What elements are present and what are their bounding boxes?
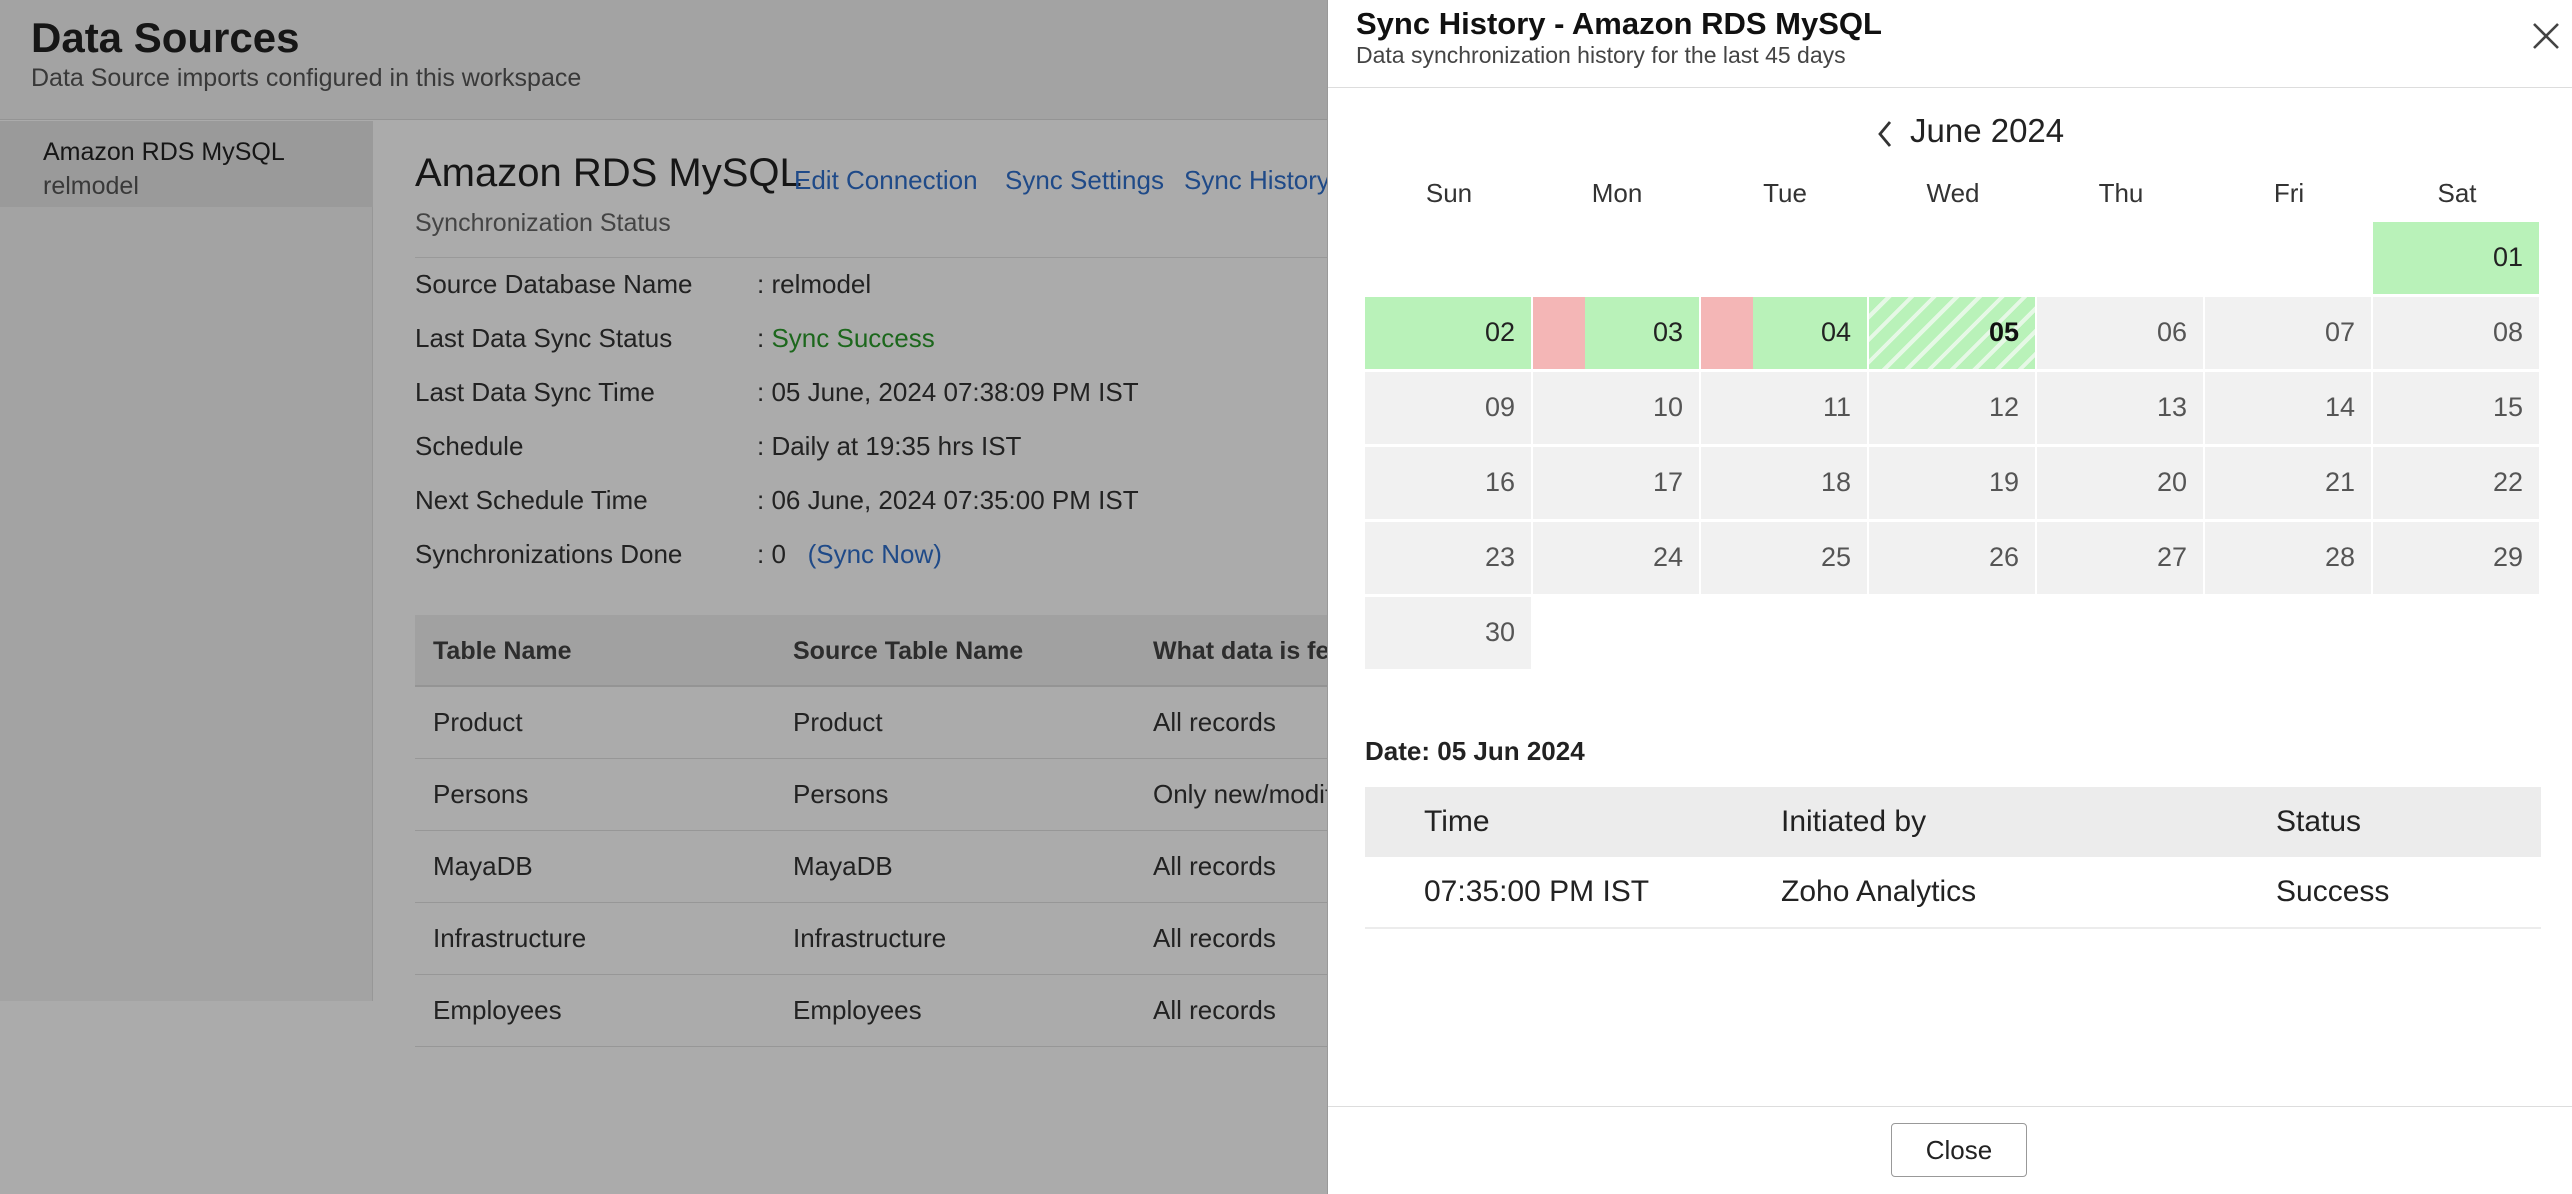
weekday-label: Wed [1926,178,1980,208]
calendar-day-22[interactable]: 22 [2373,447,2539,519]
calendar-day-27[interactable]: 27 [2037,522,2203,594]
calendar-day-07[interactable]: 07 [2205,297,2371,369]
failed-sync-marker [1701,297,1753,369]
calendar-day-16[interactable]: 16 [1365,447,1531,519]
calendar-day-15[interactable]: 15 [2373,372,2539,444]
column-header: Status [2276,805,2362,838]
column-header: Time [1424,805,1490,838]
calendar-day-number: 18 [1820,467,1851,497]
calendar-day-number: 14 [2324,392,2355,422]
panel-subtitle: Data synchronization history for the las… [1356,42,1846,68]
weekday-label: Fri [2273,178,2305,208]
calendar-day-number: 01 [2492,242,2523,272]
calendar-day-28[interactable]: 28 [2205,522,2371,594]
close-button[interactable]: Close [1891,1123,2027,1177]
calendar-day-11[interactable]: 11 [1701,372,1867,444]
sync-status: Success [2276,875,2390,908]
calendar-day-19[interactable]: 19 [1869,447,2035,519]
calendar-day-01[interactable]: 01 [2373,222,2539,294]
month-label: June 2024 [1910,112,2065,149]
sync-history-panel: Sync History - Amazon RDS MySQL Data syn… [1327,0,2572,1194]
calendar-day-number: 02 [1484,317,1515,347]
calendar-day-number: 09 [1484,392,1515,422]
calendar-day-number: 05 [1988,317,2019,347]
weekday-label: Sun [1425,178,1473,208]
calendar-day-24[interactable]: 24 [1533,522,1699,594]
calendar-day-number: 25 [1820,542,1851,572]
initiated-by: Zoho Analytics [1781,875,1977,908]
calendar-day-number: 20 [2156,467,2187,497]
calendar-day-09[interactable]: 09 [1365,372,1531,444]
calendar-day-number: 07 [2324,317,2355,347]
calendar-day-number: 30 [1484,617,1515,647]
calendar-day-14[interactable]: 14 [2205,372,2371,444]
calendar-day-30[interactable]: 30 [1365,597,1531,669]
calendar-day-17[interactable]: 17 [1533,447,1699,519]
calendar-day-29[interactable]: 29 [2373,522,2539,594]
calendar-day-number: 11 [1822,392,1851,422]
calendar-day-21[interactable]: 21 [2205,447,2371,519]
calendar-day-number: 28 [2324,542,2355,572]
calendar-day-12[interactable]: 12 [1869,372,2035,444]
calendar-day-number: 17 [1652,467,1683,497]
calendar-day-number: 03 [1652,317,1683,347]
calendar-day-number: 21 [2324,467,2355,497]
close-icon[interactable] [2528,18,2564,54]
calendar-day-number: 27 [2156,542,2187,572]
calendar-day-number: 16 [1484,467,1515,497]
calendar-day-number: 24 [1652,542,1683,572]
calendar-day-08[interactable]: 08 [2373,297,2539,369]
calendar-day-number: 06 [2156,317,2187,347]
calendar-day-04[interactable]: 04 [1701,297,1867,369]
calendar-day-06[interactable]: 06 [2037,297,2203,369]
column-header: Initiated by [1781,805,1927,838]
calendar-day-25[interactable]: 25 [1701,522,1867,594]
panel-header: Sync History - Amazon RDS MySQL Data syn… [1328,0,2572,88]
calendar-day-number: 10 [1652,392,1683,422]
modal-backdrop[interactable] [0,0,1327,1194]
calendar-day-18[interactable]: 18 [1701,447,1867,519]
weekday-label: Tue [1763,178,1807,208]
calendar-day-05[interactable]: 05 [1869,297,2035,369]
panel-footer: Close [1328,1106,2572,1194]
panel-title: Sync History - Amazon RDS MySQL [1356,6,1882,41]
calendar-day-number: 26 [1988,542,2019,572]
weekday-label: Mon [1591,178,1643,208]
calendar-day-20[interactable]: 20 [2037,447,2203,519]
failed-sync-marker [1533,297,1585,369]
calendar-day-number: 23 [1484,542,1515,572]
chevron-left-icon[interactable] [1872,118,1898,150]
calendar-day-number: 08 [2492,317,2523,347]
calendar-day-number: 13 [2156,392,2187,422]
month-navigation: June 2024 [1328,112,2572,156]
calendar-day-10[interactable]: 10 [1533,372,1699,444]
calendar-day-number: 29 [2492,542,2523,572]
calendar-day-03[interactable]: 03 [1533,297,1699,369]
calendar-day-02[interactable]: 02 [1365,297,1531,369]
calendar-day-23[interactable]: 23 [1365,522,1531,594]
weekday-header: Sun Mon Tue Wed Thu Fri Sat [1365,172,2541,212]
weekday-label: Sat [2437,178,2477,208]
calendar-day-26[interactable]: 26 [1869,522,2035,594]
sync-time: 07:35:00 PM IST [1424,875,1650,908]
detail-table-header: Time Initiated by Status [1365,787,2541,857]
calendar-day-number: 22 [2492,467,2523,497]
weekday-label: Thu [2098,178,2144,208]
calendar-day-number: 04 [1820,317,1851,347]
calendar-day-number: 19 [1988,467,2019,497]
table-row: 07:35:00 PM IST Zoho Analytics Success [1365,857,2541,929]
calendar-day-number: 15 [2492,392,2523,422]
selected-date: Date: 05 Jun 2024 [1365,736,1585,766]
calendar-day-number: 12 [1988,392,2019,422]
calendar-day-13[interactable]: 13 [2037,372,2203,444]
